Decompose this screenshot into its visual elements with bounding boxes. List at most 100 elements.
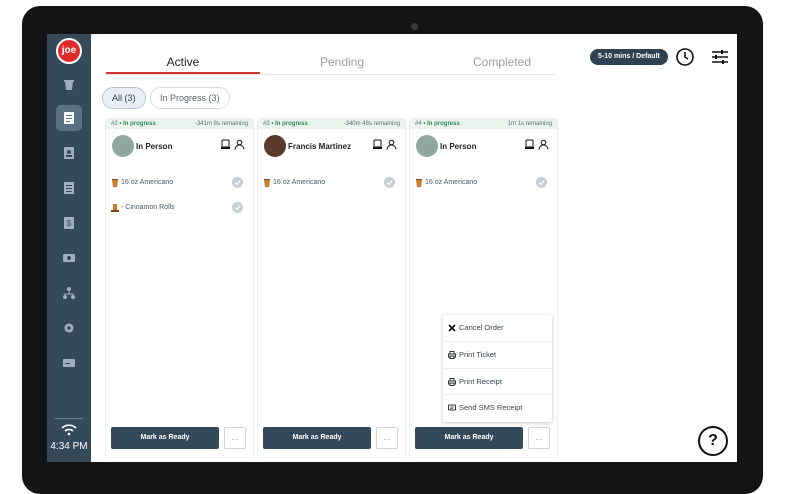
customer-name: In Person [136, 142, 173, 151]
menu-item-cancel-order[interactable]: Cancel Order [443, 315, 552, 342]
more-options-button[interactable]: ... [224, 427, 246, 449]
check-icon [386, 180, 393, 186]
item-check-button[interactable] [384, 177, 395, 188]
sidebar-item-list[interactable] [56, 175, 82, 201]
more-options-button[interactable]: ... [528, 427, 550, 449]
sidebar-item-team[interactable] [56, 280, 82, 306]
close-icon [448, 324, 456, 332]
order-remaining: -341m 8s remaining [194, 121, 248, 127]
item-check-button[interactable] [232, 202, 243, 213]
sms-icon [448, 404, 456, 411]
check-icon [538, 180, 545, 186]
filter-chip-all[interactable]: All (3) [102, 87, 146, 109]
menu-item-print-ticket[interactable]: Print Ticket [443, 342, 552, 369]
card-icon [63, 359, 75, 367]
order-status-bar: #3 • In progress -340m 48s remaining [258, 119, 405, 129]
check-icon [234, 180, 241, 186]
order-status-bar: #2 • In progress -341m 8s remaining [106, 119, 253, 129]
user-icon [386, 139, 397, 150]
mark-ready-button[interactable]: Mark as Ready [415, 427, 523, 449]
mark-ready-button[interactable]: Mark as Ready [111, 427, 219, 449]
order-number: #3 [263, 121, 270, 127]
order-type-icons [372, 139, 397, 150]
avatar [112, 135, 134, 157]
filter-chip-in-progress[interactable]: In Progress (3) [150, 87, 230, 109]
tab-pending[interactable]: Pending [265, 55, 419, 69]
sidebar-divider [55, 418, 83, 419]
order-item-name: 16 oz Americano [121, 179, 174, 186]
item-check-button[interactable] [232, 177, 243, 188]
order-type-icons [524, 139, 549, 150]
order-item: 16 oz Americano [263, 177, 400, 189]
cash-icon [63, 254, 75, 262]
menu-item-label: Print Receipt [459, 376, 502, 386]
printer-icon [448, 350, 456, 359]
order-remaining: -340m 48s remaining [343, 121, 400, 127]
filter-settings-icon[interactable] [710, 47, 730, 67]
clock-icon[interactable] [675, 47, 695, 67]
list-icon [64, 182, 74, 194]
order-status-bar: #4 • In progress 1m 1s remaining [410, 119, 557, 129]
sidebar-item-drinks[interactable] [56, 72, 82, 98]
order-remaining: 1m 1s remaining [507, 121, 552, 127]
help-button[interactable]: ? [698, 426, 728, 456]
order-header: In Person [106, 129, 253, 165]
coffee-icon [112, 179, 118, 187]
menu-item-print-receipt[interactable]: Print Receipt [443, 369, 552, 396]
register-icon [221, 139, 230, 149]
sidebar-item-cards[interactable] [56, 350, 82, 376]
tab-completed[interactable]: Completed [425, 55, 579, 69]
order-card: #2 • In progress -341m 8s remaining In P… [106, 119, 253, 457]
camera-dot [411, 23, 418, 30]
order-item: 16 oz Americano [415, 177, 552, 189]
user-icon [234, 139, 245, 150]
pastry-icon [111, 204, 119, 212]
order-item: - Cinnamon Rolls [111, 202, 248, 214]
menu-item-label: Print Ticket [459, 349, 497, 359]
order-card: #3 • In progress -340m 48s remaining Fra… [258, 119, 405, 457]
sidebar: joe $ 4:34 PM [47, 34, 91, 462]
sidebar-item-contacts[interactable] [56, 140, 82, 166]
check-icon [234, 205, 241, 211]
contact-icon [64, 147, 74, 159]
order-number: #2 [111, 121, 118, 127]
hierarchy-icon [63, 287, 75, 299]
coffee-icon [264, 179, 270, 187]
order-item-name: 16 oz Americano [425, 179, 478, 186]
customer-name: In Person [440, 142, 477, 151]
main-panel: Active Pending Completed 5-10 mins / Def… [91, 34, 737, 462]
svg-text:$: $ [67, 219, 72, 228]
register-icon [525, 139, 534, 149]
order-header: Francis Martinez [258, 129, 405, 165]
order-item-name: - Cinnamon Rolls [121, 204, 175, 211]
eta-badge[interactable]: 5-10 mins / Default [590, 49, 668, 65]
mark-ready-button[interactable]: Mark as Ready [263, 427, 371, 449]
sidebar-item-settings[interactable] [56, 315, 82, 341]
register-icon [373, 139, 382, 149]
user-icon [538, 139, 549, 150]
tab-active[interactable]: Active [106, 55, 260, 69]
cup-icon [64, 80, 74, 90]
dollar-icon: $ [64, 217, 74, 229]
avatar [264, 135, 286, 157]
clock-time: 4:34 PM [50, 441, 88, 452]
menu-item-label: Cancel Order [459, 323, 504, 332]
customer-name: Francis Martinez [288, 142, 352, 151]
order-type-icons [220, 139, 245, 150]
sidebar-item-cash[interactable] [56, 245, 82, 271]
sidebar-item-orders[interactable] [56, 105, 82, 131]
sidebar-item-payments[interactable]: $ [56, 210, 82, 236]
order-status: • In progress [423, 121, 460, 127]
more-options-button[interactable]: ... [376, 427, 398, 449]
order-item-name: 16 oz Americano [273, 179, 326, 186]
item-check-button[interactable] [536, 177, 547, 188]
app-logo: joe [56, 38, 82, 64]
order-status: • In progress [271, 121, 308, 127]
wifi-icon [61, 424, 77, 436]
gear-icon [64, 323, 74, 333]
menu-item-send-sms-receipt[interactable]: Send SMS Receipt [443, 395, 552, 422]
tab-active-underline [106, 72, 260, 74]
orders-icon [64, 112, 74, 124]
order-status: • In progress [119, 121, 156, 127]
tabs-divider [106, 74, 556, 75]
